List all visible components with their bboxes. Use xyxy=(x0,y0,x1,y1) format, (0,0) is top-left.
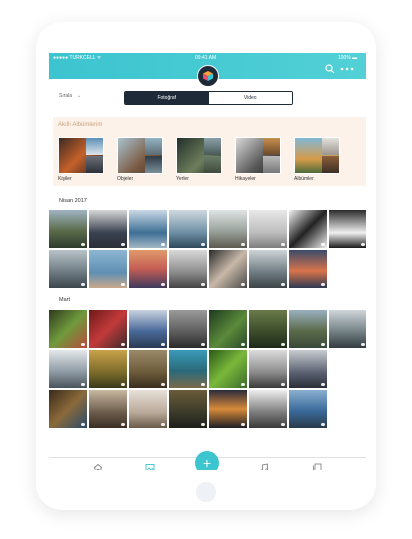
media-type-segmented-control: Fotoğraf Video xyxy=(124,91,293,105)
photo-thumbnail[interactable] xyxy=(289,390,327,428)
photo-thumbnail[interactable] xyxy=(49,250,87,288)
search-icon[interactable] xyxy=(325,64,335,74)
album-albums[interactable]: Albümler xyxy=(294,137,340,182)
section-title: Nisan 2017 xyxy=(59,198,87,204)
photo-thumbnail[interactable] xyxy=(289,250,327,288)
album-albums-thumb xyxy=(294,137,340,174)
photo-thumbnail[interactable] xyxy=(89,350,127,388)
photo-thumbnail[interactable] xyxy=(209,250,247,288)
photo-thumbnail[interactable] xyxy=(209,390,247,428)
photo-thumbnail[interactable] xyxy=(129,390,167,428)
smart-albums-title: Akıllı Albümlerim xyxy=(58,122,103,128)
photo-thumbnail[interactable] xyxy=(169,390,207,428)
add-button[interactable]: + xyxy=(195,451,219,470)
cube-logo-icon xyxy=(203,71,213,81)
sort-button[interactable]: Sırala xyxy=(59,93,72,99)
photo-thumbnail[interactable] xyxy=(329,210,366,248)
app-screen: ●●●●● TURKCELL ᯤ 09:41 AM 100% ▬ Sırala … xyxy=(49,53,366,470)
photo-thumbnail[interactable] xyxy=(129,210,167,248)
gallery-icon[interactable] xyxy=(145,463,155,470)
photo-thumbnail[interactable] xyxy=(49,350,87,388)
photo-thumbnail[interactable] xyxy=(169,310,207,348)
photo-thumbnail[interactable] xyxy=(249,250,287,288)
album-label: Hikayeler xyxy=(235,176,256,182)
photo-thumbnail[interactable] xyxy=(249,350,287,388)
music-icon[interactable] xyxy=(259,463,269,470)
photo-thumbnail[interactable] xyxy=(89,310,127,348)
photo-thumbnail[interactable] xyxy=(129,250,167,288)
album-stories-thumb xyxy=(235,137,281,174)
photo-thumbnail[interactable] xyxy=(289,310,327,348)
album-places-thumb xyxy=(176,137,222,174)
album-places[interactable]: Yerler xyxy=(176,137,222,182)
photo-thumbnail[interactable] xyxy=(249,310,287,348)
photo-thumbnail[interactable] xyxy=(49,210,87,248)
home-icon[interactable] xyxy=(93,463,103,470)
photo-thumbnail[interactable] xyxy=(89,210,127,248)
photo-thumbnail[interactable] xyxy=(129,350,167,388)
device-home-button[interactable] xyxy=(196,482,216,502)
album-objects[interactable]: Objeler xyxy=(117,137,163,182)
tab-photo[interactable]: Fotoğraf xyxy=(125,92,209,104)
album-label: Objeler xyxy=(117,176,134,182)
photo-thumbnail[interactable] xyxy=(49,390,87,428)
more-icon[interactable] xyxy=(340,64,354,74)
photo-thumbnail[interactable] xyxy=(169,350,207,388)
photo-thumbnail[interactable] xyxy=(129,310,167,348)
album-label: Kişiler xyxy=(58,176,72,182)
album-label: Albümler xyxy=(294,176,314,182)
smart-albums-panel: Akıllı Albümlerim Kişiler Objeler Yerler xyxy=(53,117,366,186)
photo-thumbnail[interactable] xyxy=(89,250,127,288)
album-stories[interactable]: Hikayeler xyxy=(235,137,281,182)
photo-thumbnail[interactable] xyxy=(209,210,247,248)
album-objects-thumb xyxy=(117,137,163,174)
photo-thumbnail[interactable] xyxy=(289,210,327,248)
photo-thumbnail[interactable] xyxy=(249,210,287,248)
album-label: Yerler xyxy=(176,176,189,182)
status-carrier: ●●●●● TURKCELL ᯤ xyxy=(53,55,102,61)
album-people-thumb xyxy=(58,137,104,174)
tab-video[interactable]: Video xyxy=(208,92,292,104)
photo-thumbnail[interactable] xyxy=(89,390,127,428)
album-people[interactable]: Kişiler xyxy=(58,137,104,182)
app-logo xyxy=(197,65,219,87)
photo-thumbnail[interactable] xyxy=(329,310,366,348)
photo-thumbnail[interactable] xyxy=(209,310,247,348)
photo-thumbnail[interactable] xyxy=(49,310,87,348)
status-battery: 100% ▬ xyxy=(338,55,358,61)
sort-caret-icon[interactable]: ⌄ xyxy=(77,93,81,99)
photo-thumbnail[interactable] xyxy=(249,390,287,428)
photo-thumbnail[interactable] xyxy=(169,210,207,248)
documents-icon[interactable] xyxy=(312,463,322,470)
photo-thumbnail[interactable] xyxy=(209,350,247,388)
section-title: Mart xyxy=(59,297,70,303)
status-time: 09:41 AM xyxy=(195,55,217,61)
photo-thumbnail[interactable] xyxy=(169,250,207,288)
photo-thumbnail[interactable] xyxy=(289,350,327,388)
